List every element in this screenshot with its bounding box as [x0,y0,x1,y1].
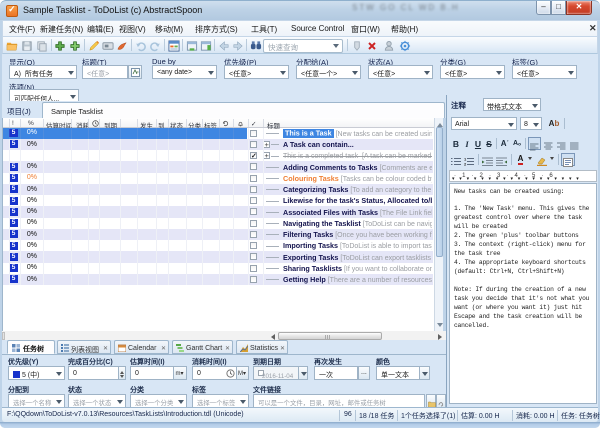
svg-text:2: 2 [464,162,467,167]
